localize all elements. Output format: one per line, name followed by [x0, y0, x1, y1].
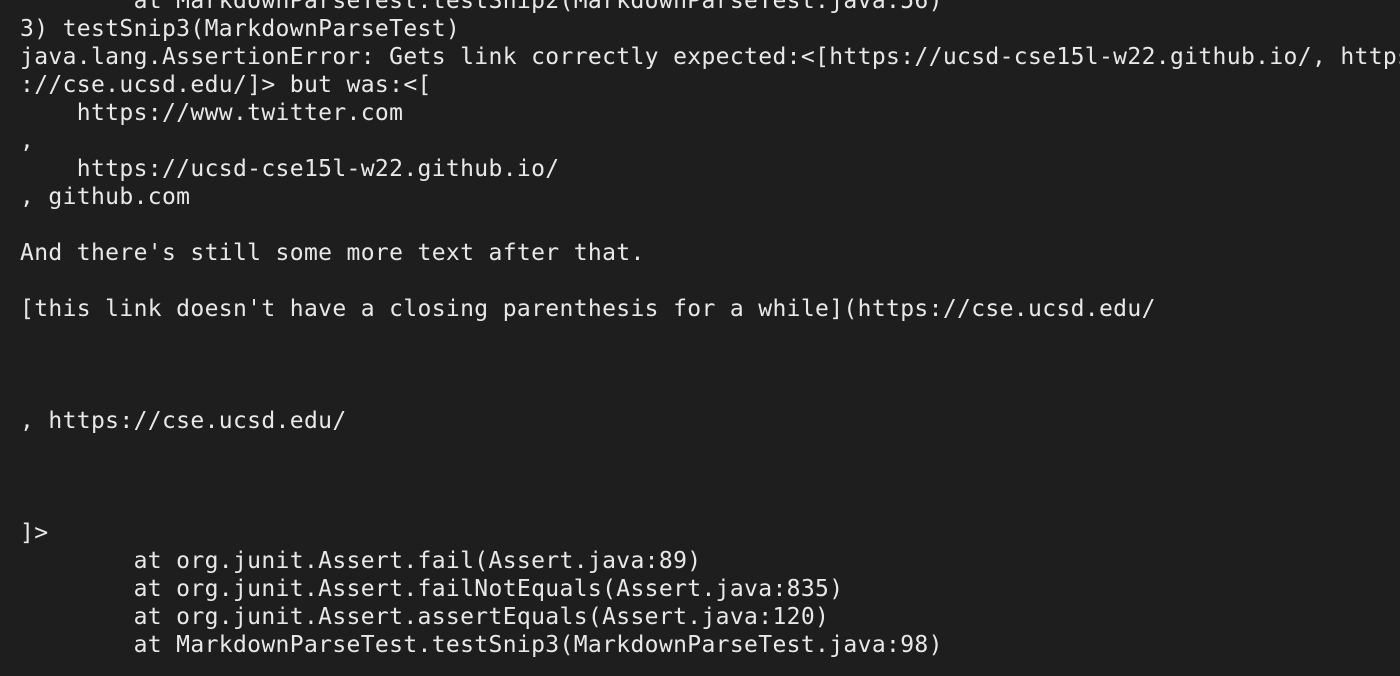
terminal-line: And there's still some more text after t…	[20, 240, 645, 266]
terminal-line: https://ucsd-cse15l-w22.github.io/	[20, 156, 560, 182]
terminal-line: at MarkdownParseTest.testSnip2(MarkdownP…	[20, 0, 943, 14]
terminal-window[interactable]: at MarkdownParseTest.testSnip2(MarkdownP…	[0, 0, 1400, 676]
terminal-output: at MarkdownParseTest.testSnip2(MarkdownP…	[20, 0, 1400, 659]
terminal-line: ://cse.ucsd.edu/]> but was:<[	[20, 72, 432, 98]
terminal-line: at MarkdownParseTest.testSnip3(MarkdownP…	[20, 632, 943, 658]
terminal-line: java.lang.AssertionError: Gets link corr…	[20, 44, 1400, 70]
terminal-line: ]>	[20, 520, 49, 546]
terminal-line: , https://cse.ucsd.edu/	[20, 408, 347, 434]
terminal-line: 3) testSnip3(MarkdownParseTest)	[20, 16, 461, 42]
terminal-line: at org.junit.Assert.assertEquals(Assert.…	[20, 604, 830, 630]
terminal-line: , github.com	[20, 184, 191, 210]
terminal-line: [this link doesn't have a closing parent…	[20, 296, 1156, 322]
terminal-line: at org.junit.Assert.failNotEquals(Assert…	[20, 576, 844, 602]
terminal-line: at org.junit.Assert.fail(Assert.java:89)	[20, 548, 702, 574]
terminal-line: ,	[20, 128, 35, 154]
terminal-line: https://www.twitter.com	[20, 100, 404, 126]
